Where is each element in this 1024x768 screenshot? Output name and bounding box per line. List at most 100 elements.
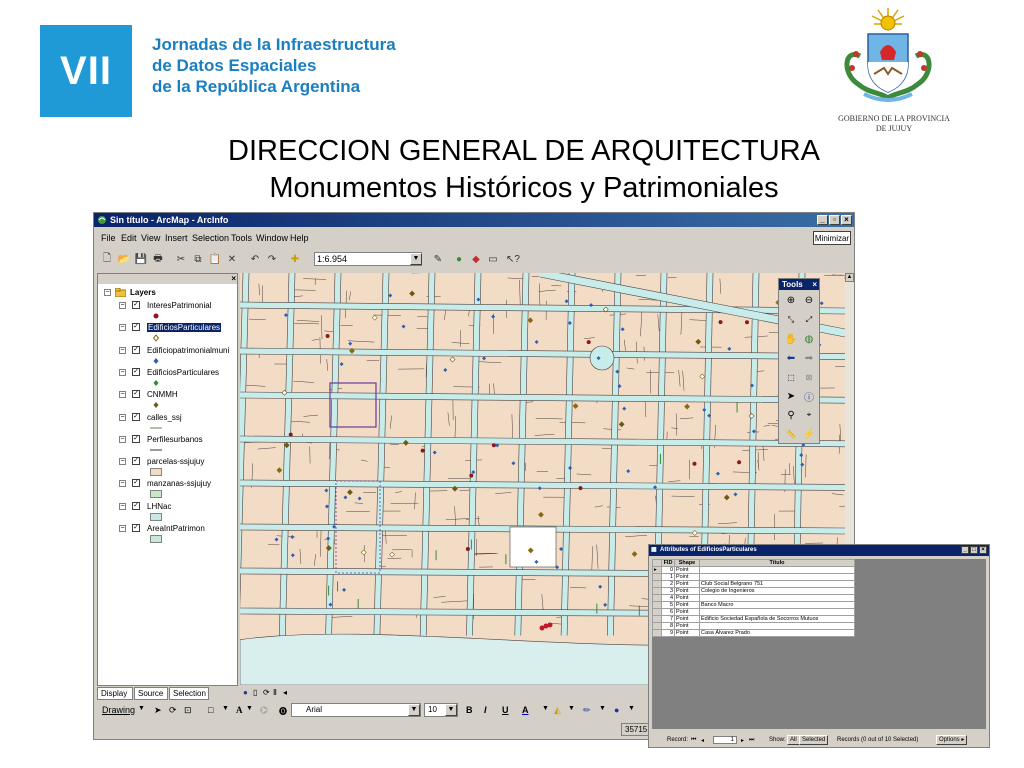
text-dropdown-icon[interactable]: ▼ — [246, 705, 253, 712]
open-folder-icon[interactable]: 📂 — [117, 252, 131, 266]
collapse-icon[interactable]: − — [119, 435, 126, 443]
fixed-zoom-in-icon[interactable]: ⤡ — [784, 313, 798, 327]
table-cell[interactable] — [699, 608, 855, 616]
menu-file[interactable]: File — [101, 233, 116, 243]
fixed-zoom-out-icon[interactable]: ⤢ — [802, 313, 816, 327]
column-header[interactable]: FID — [661, 559, 675, 567]
layer-visibility-checkbox[interactable]: ✓ — [132, 367, 140, 376]
table-cell[interactable]: Point — [674, 594, 700, 602]
table-row[interactable]: 7 Point Edificio Sociedad Española de Soco… — [652, 615, 855, 623]
back-extent-icon[interactable]: ⬅ — [784, 351, 798, 365]
layer-visibility-checkbox[interactable]: ✓ — [132, 479, 140, 488]
identify-icon[interactable]: ⓘ — [802, 389, 816, 404]
table-row[interactable]: 1 Point — [652, 573, 855, 581]
table-row[interactable]: 5 Point Banco Macro — [652, 601, 855, 609]
layer-item[interactable]: − ✓ AreaIntPatrimon — [98, 524, 237, 544]
minimize-table-button[interactable]: _ — [961, 546, 969, 554]
minimize-window-button[interactable]: _ — [817, 215, 828, 225]
layer-visibility-checkbox[interactable]: ✓ — [132, 412, 140, 421]
table-cell[interactable]: Point — [674, 601, 700, 609]
hyperlink-icon[interactable]: ⚡ — [802, 427, 816, 441]
menu-insert[interactable]: Insert — [165, 233, 188, 243]
restore-window-button[interactable]: ▫ — [829, 215, 840, 225]
cut-icon[interactable]: ✂ — [174, 252, 188, 266]
line-color-icon[interactable]: ✏ — [583, 705, 591, 716]
table-cell[interactable]: Colegio de Ingenieros — [699, 587, 855, 595]
layer-visibility-checkbox[interactable]: ✓ — [132, 457, 140, 466]
close-window-button[interactable]: × — [841, 215, 852, 225]
layer-item[interactable]: − ✓ LHNac — [98, 501, 237, 522]
layer-name[interactable]: EdificiosParticulares — [147, 323, 222, 333]
maximize-table-button[interactable]: □ — [970, 546, 978, 554]
table-cell[interactable]: Point — [674, 587, 700, 595]
table-cell[interactable]: Point — [674, 566, 700, 574]
toc-root[interactable]: − Layers — [98, 288, 237, 298]
bold-button[interactable]: B — [466, 705, 473, 715]
next-record-icon[interactable]: ▸ — [741, 737, 744, 744]
table-cell[interactable]: Point — [674, 629, 700, 637]
table-row[interactable]: ▸ 0 Point — [652, 566, 855, 574]
scroll-left-icon[interactable]: ◂ — [283, 688, 287, 697]
row-selector[interactable]: ▸ — [652, 566, 662, 574]
collapse-icon[interactable]: − — [119, 368, 126, 376]
rectangle-tool-icon[interactable]: □ — [208, 705, 213, 715]
map-scale-input[interactable]: 1:6.954 — [314, 252, 422, 266]
font-size-dropdown-icon[interactable]: ▼ — [445, 704, 457, 716]
collapse-icon[interactable]: − — [104, 289, 111, 296]
undo-icon[interactable]: ↶ — [248, 252, 262, 266]
menu-view[interactable]: View — [141, 233, 160, 243]
italic-button[interactable]: I — [484, 705, 487, 715]
find-icon[interactable]: ⚲ — [784, 408, 798, 422]
table-cell[interactable]: 1 — [661, 573, 675, 581]
zoom-out-icon[interactable]: ⊖ — [802, 293, 816, 307]
select-elements-icon[interactable]: ➤ — [784, 389, 798, 403]
table-cell[interactable]: Point — [674, 608, 700, 616]
measure-icon[interactable]: 📏 — [784, 427, 798, 441]
row-selector[interactable] — [652, 573, 662, 581]
row-selector[interactable] — [652, 587, 662, 595]
table-cell[interactable]: 5 — [661, 601, 675, 609]
marker-color-icon[interactable]: ● — [614, 705, 619, 715]
options-button[interactable]: Options ▸ — [936, 735, 968, 745]
arccatalog-icon[interactable]: ● — [452, 252, 466, 266]
table-cell[interactable] — [699, 573, 855, 581]
layer-name[interactable]: LHNac — [147, 502, 171, 511]
layer-name[interactable]: CNMMH — [147, 390, 178, 399]
clear-selection-icon[interactable]: ⊠ — [802, 370, 816, 384]
layer-item[interactable]: − ✓ calles_ssj — [98, 412, 237, 433]
select-features-icon[interactable]: ⬚ — [784, 370, 798, 384]
table-row[interactable]: 2 Point Club Social Belgrano 751 — [652, 580, 855, 588]
marker-color-dropdown-icon[interactable]: ▼ — [628, 705, 635, 712]
table-cell[interactable] — [699, 594, 855, 602]
layer-visibility-checkbox[interactable]: ✓ — [132, 345, 140, 354]
table-cell[interactable]: 3 — [661, 587, 675, 595]
column-header[interactable]: Shape — [674, 559, 700, 567]
collapse-icon[interactable]: − — [119, 346, 126, 354]
layer-name[interactable]: Perfilesurbanos — [147, 435, 203, 444]
zoom-whole-page-icon[interactable]: ⊡ — [184, 705, 192, 716]
table-cell[interactable]: 6 — [661, 608, 675, 616]
layer-item[interactable]: − ✓ Perfilesurbanos — [98, 434, 237, 455]
fill-color-dropdown-icon[interactable]: ▼ — [568, 705, 575, 712]
row-selector[interactable] — [652, 622, 662, 630]
collapse-icon[interactable]: − — [119, 458, 126, 466]
table-cell[interactable] — [699, 566, 855, 574]
row-selector[interactable] — [652, 615, 662, 623]
row-selector[interactable] — [652, 580, 662, 588]
copy-icon[interactable]: ⧉ — [191, 252, 205, 266]
menu-edit[interactable]: Edit — [121, 233, 137, 243]
layer-visibility-checkbox[interactable]: ✓ — [132, 434, 140, 443]
font-name-select[interactable]: Arial — [291, 703, 421, 717]
collapse-icon[interactable]: − — [119, 391, 126, 399]
collapse-icon[interactable]: − — [119, 413, 126, 421]
first-record-icon[interactable]: ⏮ — [691, 737, 696, 744]
layer-item[interactable]: − ✓ CNMMH — [98, 390, 237, 410]
minimize-panel-button[interactable]: Minimizar — [813, 231, 851, 245]
table-cell[interactable]: 4 — [661, 594, 675, 602]
fill-color-icon[interactable]: ◭ — [554, 705, 561, 716]
go-to-xy-icon[interactable]: ⌖ — [802, 408, 816, 422]
layer-visibility-checkbox[interactable]: ✓ — [132, 301, 140, 309]
layer-name[interactable]: calles_ssj — [147, 413, 182, 422]
table-row[interactable]: 8 Point — [652, 622, 855, 630]
table-cell[interactable]: 2 — [661, 580, 675, 588]
